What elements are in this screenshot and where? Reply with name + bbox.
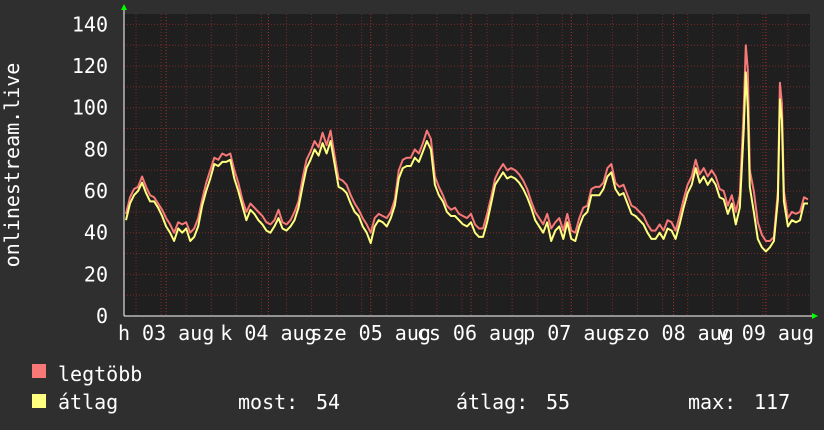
y-tick-label: 40	[84, 221, 108, 245]
y-axis-label: onlinestream.live	[0, 63, 24, 268]
stat-avg-value: 55	[546, 390, 570, 414]
x-tick-label: v 09 aug	[718, 321, 814, 345]
stat-now-value: 54	[316, 390, 340, 414]
stat-max-value: 117	[754, 390, 790, 414]
x-tick-label: cs 06 aug	[417, 321, 525, 345]
x-tick-label: p 07 aug	[523, 321, 619, 345]
x-axis-arrow	[812, 313, 818, 319]
y-tick-label: 20	[84, 262, 108, 286]
chart-svg: 0 20 40 60 80 100 120 140 h 03 aug k 04 augsze 0…	[0, 4, 818, 414]
x-tick-labels: h 03 aug k 04 augsze 05 augcs 06 augp 07 …	[118, 321, 814, 345]
chart-container: 0 20 40 60 80 100 120 140 h 03 aug k 04 aug sze 0…	[0, 0, 824, 430]
y-tick-label: 120	[72, 54, 108, 78]
y-tick-label: 60	[84, 179, 108, 203]
x-tick-label: h 03 aug	[118, 321, 214, 345]
y-tick-labels: 0 20 40 60 80 100 120 140	[72, 12, 108, 328]
plot-background	[124, 14, 810, 316]
y-tick-label: 140	[72, 12, 108, 36]
x-tick-label: sze 05 aug	[311, 321, 431, 345]
stat-now-label: most:	[238, 390, 298, 414]
y-tick-label: 0	[96, 304, 108, 328]
stat-avg-label: átlag:	[456, 390, 528, 414]
legend-swatch-avg	[32, 394, 46, 408]
y-tick-label: 80	[84, 137, 108, 161]
x-tick-label: szo 08 aug	[613, 321, 733, 345]
x-tick-label: k 04 aug	[220, 321, 316, 345]
legend-label-max: legtöbb	[58, 362, 142, 386]
legend-swatch-max	[32, 364, 46, 378]
stat-max-label: max:	[688, 390, 736, 414]
y-axis-arrow	[121, 4, 127, 10]
legend-label-avg: átlag	[58, 390, 118, 414]
y-tick-label: 100	[72, 96, 108, 120]
